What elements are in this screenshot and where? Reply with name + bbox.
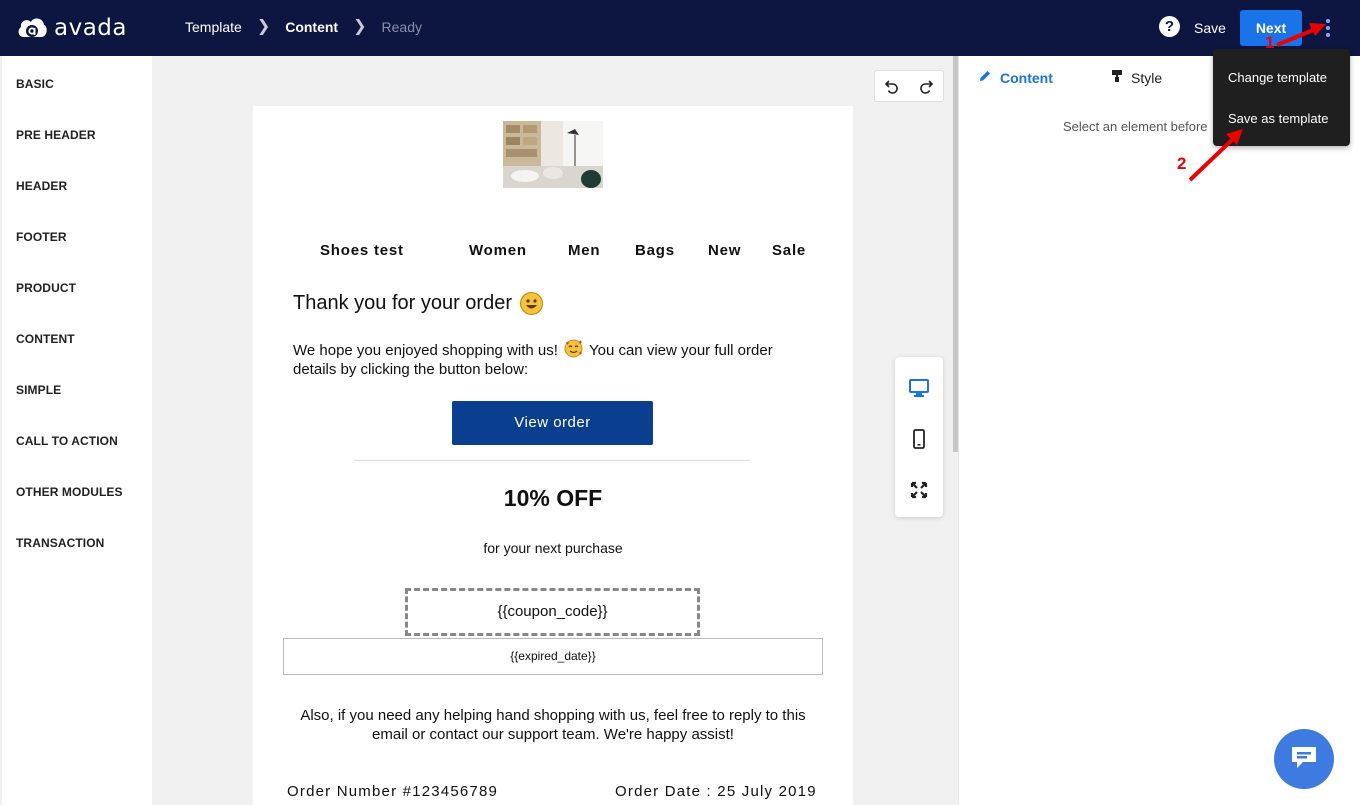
annotation-step-1: 1 xyxy=(1265,33,1275,52)
annotation-arrows xyxy=(1188,23,1326,182)
annotation-step-2: 2 xyxy=(1177,154,1187,173)
chat-widget-button[interactable] xyxy=(1274,729,1334,789)
arrow-step-2 xyxy=(1188,136,1236,182)
arrow-step-1 xyxy=(1276,26,1319,47)
chat-bubble-icon xyxy=(1289,743,1319,776)
